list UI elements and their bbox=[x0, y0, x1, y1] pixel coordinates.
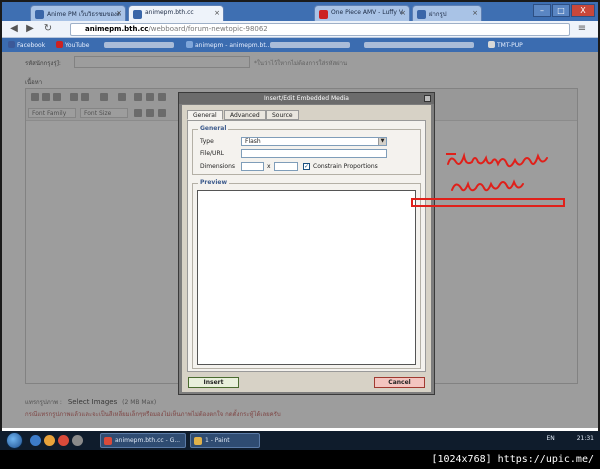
language-indicator[interactable]: EN bbox=[547, 435, 555, 442]
folder-icon[interactable] bbox=[44, 435, 55, 446]
animepm-icon bbox=[186, 41, 193, 48]
bookmark-youtube[interactable]: YouTube bbox=[56, 41, 89, 49]
forward-icon[interactable]: ▶ bbox=[24, 23, 36, 35]
tab-bar: Anime PM เว็บวิธรชมของด × animepm.bth.cc… bbox=[2, 2, 598, 21]
tab-one-piece[interactable]: One Piece AMV - Luffy V × bbox=[314, 5, 410, 21]
dimensions-label: Dimensions bbox=[200, 163, 236, 170]
annotation-handwriting-line2 bbox=[451, 179, 524, 192]
browser-toolbar: ◀ ▶ ↻ animepm.bth.cc/webboard/forum-newt… bbox=[2, 21, 598, 38]
bookmarks-bar: Facebook YouTube animepm - animepm.bt.. … bbox=[2, 38, 598, 52]
url-domain: animepm.bth.cc bbox=[85, 25, 149, 33]
clock[interactable]: 21:31 bbox=[577, 435, 594, 442]
facebook-icon bbox=[8, 41, 15, 48]
url-path: /webboard/forum-newtopic-98062 bbox=[148, 25, 268, 33]
back-icon[interactable]: ◀ bbox=[8, 23, 20, 35]
start-button[interactable] bbox=[6, 432, 23, 449]
tab-animepm-home[interactable]: Anime PM เว็บวิธรชมของด × bbox=[30, 5, 126, 21]
constrain-checkbox[interactable]: ✓ bbox=[303, 163, 310, 170]
tab-favicon bbox=[133, 10, 142, 19]
bookmark-label: TMT-PUP bbox=[497, 42, 523, 49]
system-tray: EN 21:31 bbox=[547, 435, 595, 442]
bookmark-facebook[interactable]: Facebook bbox=[8, 41, 45, 49]
tab-general[interactable]: General bbox=[187, 110, 223, 120]
browser-window: Anime PM เว็บวิธรชมของด × animepm.bth.cc… bbox=[0, 0, 600, 444]
width-input[interactable] bbox=[241, 162, 264, 171]
file-url-input[interactable] bbox=[241, 149, 387, 158]
embed-media-dialog: Insert/Edit Embedded Media General Advan… bbox=[178, 92, 435, 395]
height-input[interactable] bbox=[274, 162, 298, 171]
taskbar-paint[interactable]: 1 - Paint bbox=[190, 433, 260, 448]
chrome-icon[interactable] bbox=[58, 435, 69, 446]
preview-fieldset: Preview bbox=[192, 179, 421, 369]
page-icon bbox=[488, 41, 495, 48]
type-select[interactable]: Flash ▼ bbox=[241, 137, 387, 146]
chevron-down-icon[interactable]: ▼ bbox=[378, 138, 386, 145]
app-icon[interactable] bbox=[72, 435, 83, 446]
tab-upload-image[interactable]: ฝากรูป × bbox=[412, 5, 482, 21]
general-legend: General bbox=[198, 125, 229, 132]
type-label: Type bbox=[200, 138, 214, 145]
handwritten-annotation bbox=[446, 152, 548, 192]
windows-taskbar: animepm.bth.cc - G... 1 - Paint EN 21:31 bbox=[0, 431, 600, 450]
bookmark-label: YouTube bbox=[65, 42, 90, 49]
youtube-favicon bbox=[319, 10, 328, 19]
paint-icon bbox=[194, 437, 202, 445]
dialog-title: Insert/Edit Embedded Media bbox=[179, 93, 434, 104]
dimension-separator: x bbox=[267, 163, 271, 170]
file-url-label: File/URL bbox=[200, 150, 224, 157]
type-value: Flash bbox=[245, 138, 261, 145]
bookmark-label: animepm - animepm.bt.. bbox=[195, 42, 270, 49]
reload-icon[interactable]: ↻ bbox=[42, 23, 54, 35]
dialog-close-icon[interactable] bbox=[424, 95, 431, 102]
tab-label: ฝากรูป bbox=[429, 11, 447, 18]
upic-caption: [1024x768] https://upic.me/ bbox=[0, 450, 600, 469]
close-icon[interactable]: × bbox=[214, 9, 220, 17]
close-icon[interactable]: × bbox=[400, 9, 406, 17]
general-fieldset: General Type Flash ▼ File/URL Dimensions… bbox=[192, 125, 421, 175]
tab-label: Anime PM เว็บวิธรชมของด bbox=[47, 11, 121, 18]
preview-area bbox=[197, 190, 416, 365]
tab-label: One Piece AMV - Luffy V bbox=[331, 9, 403, 16]
address-bar[interactable]: animepm.bth.cc/webboard/forum-newtopic-9… bbox=[70, 23, 570, 36]
close-icon[interactable]: × bbox=[472, 9, 478, 17]
close-icon[interactable]: × bbox=[116, 9, 122, 17]
blurred-bookmark bbox=[364, 42, 474, 48]
window-controls: – □ X bbox=[532, 4, 595, 18]
dialog-body: General Advanced Source General Type Fla… bbox=[182, 105, 431, 392]
annotation-handwriting-line1 bbox=[447, 152, 548, 168]
tab-favicon bbox=[35, 10, 44, 19]
blurred-bookmark bbox=[104, 42, 174, 48]
tab-label: animepm.bth.cc bbox=[145, 9, 194, 16]
window-close-button[interactable]: X bbox=[571, 4, 595, 17]
taskbar-chrome[interactable]: animepm.bth.cc - G... bbox=[100, 433, 186, 448]
constrain-label: Constrain Proportions bbox=[313, 163, 378, 170]
tab-favicon bbox=[417, 10, 426, 19]
task-label: 1 - Paint bbox=[205, 437, 230, 444]
task-label: animepm.bth.cc - G... bbox=[115, 437, 181, 444]
maximize-button[interactable]: □ bbox=[552, 4, 570, 17]
minimize-button[interactable]: – bbox=[533, 4, 551, 17]
bookmark-animepm[interactable]: animepm - animepm.bt.. bbox=[186, 41, 270, 49]
blurred-bookmark bbox=[270, 42, 350, 48]
ie-icon[interactable] bbox=[30, 435, 41, 446]
insert-button[interactable]: Insert bbox=[188, 377, 239, 388]
wrench-icon[interactable]: ≡ bbox=[576, 23, 588, 35]
tab-animepm-current[interactable]: animepm.bth.cc × bbox=[128, 5, 224, 21]
cancel-button[interactable]: Cancel bbox=[374, 377, 425, 388]
preview-legend: Preview bbox=[198, 179, 230, 186]
tab-advanced[interactable]: Advanced bbox=[224, 110, 266, 120]
general-panel: General Type Flash ▼ File/URL Dimensions… bbox=[187, 120, 426, 372]
bookmark-label: Facebook bbox=[17, 42, 46, 49]
tab-source[interactable]: Source bbox=[266, 110, 299, 120]
bookmark-tmt[interactable]: TMT-PUP bbox=[488, 41, 523, 49]
youtube-icon bbox=[56, 41, 63, 48]
chrome-icon bbox=[104, 437, 112, 445]
